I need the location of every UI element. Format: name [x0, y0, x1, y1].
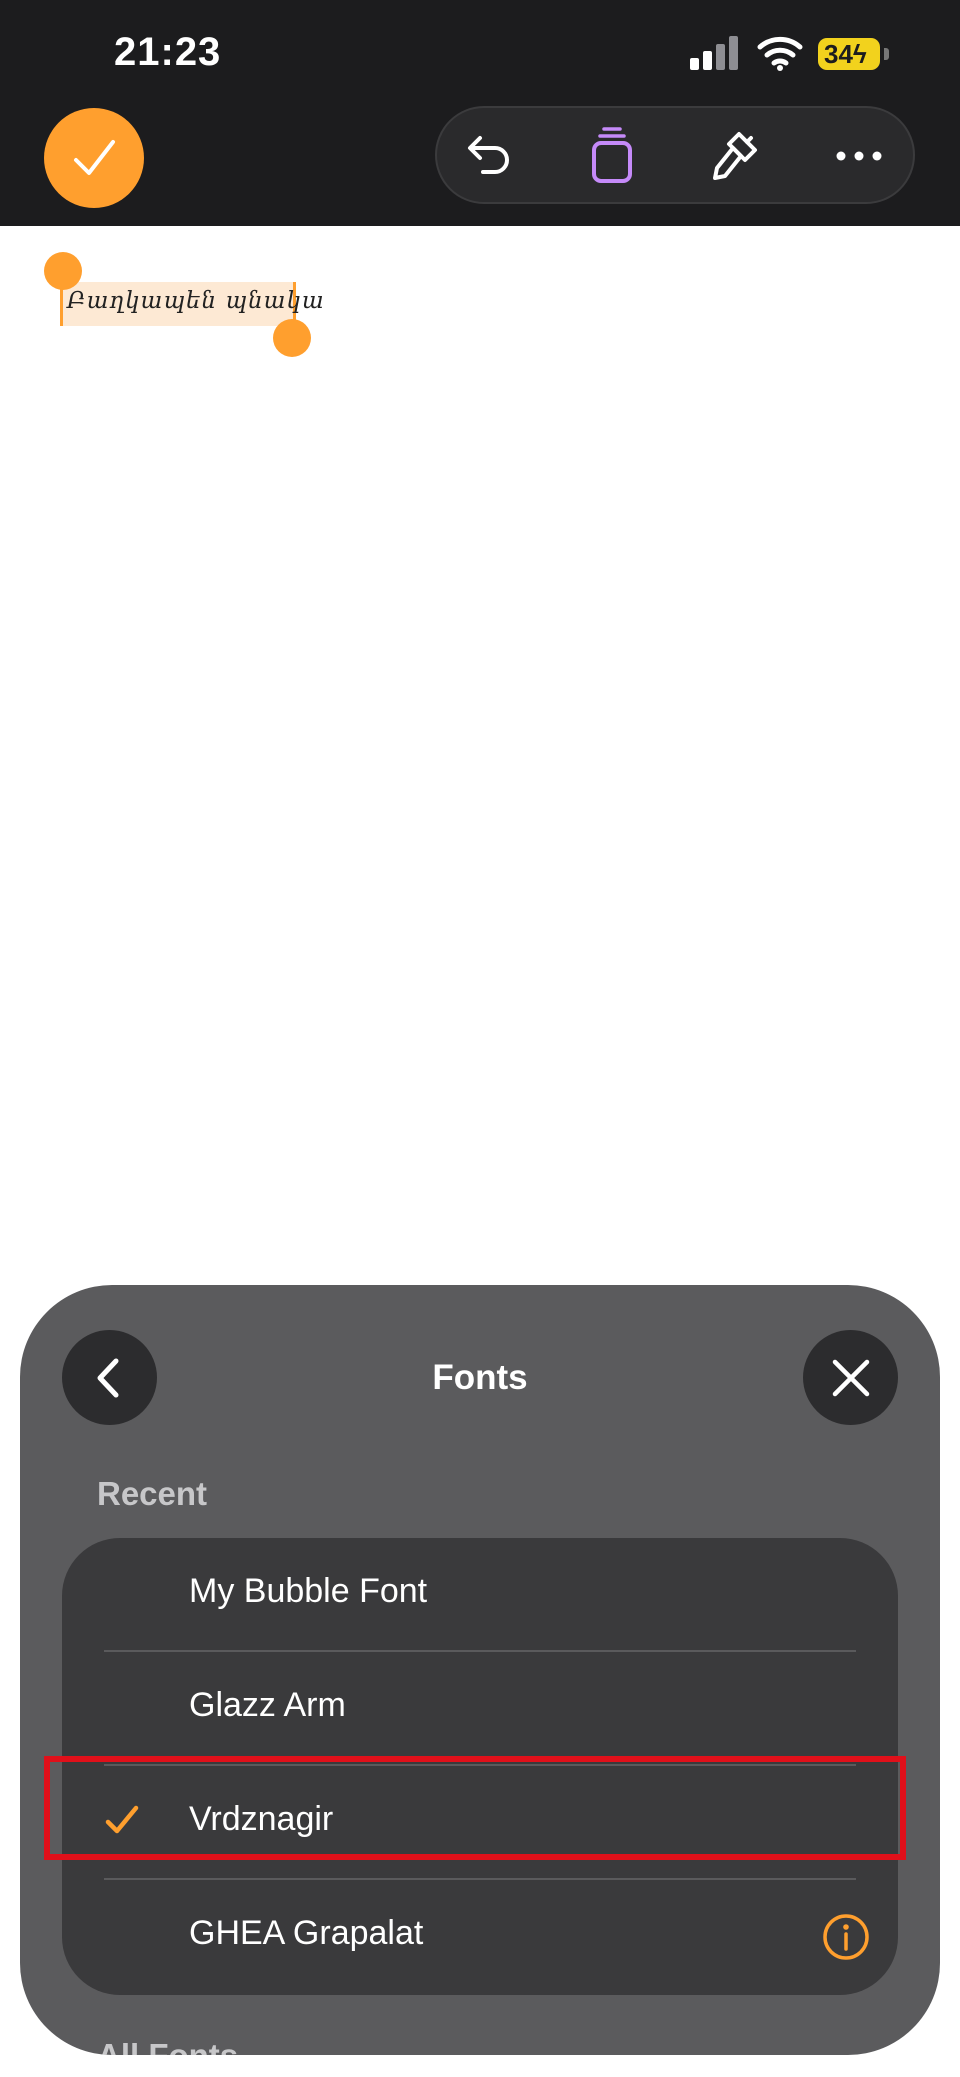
top-bar: 21:23 34ϟ	[0, 0, 960, 226]
wifi-icon	[757, 36, 803, 71]
selected-text-box[interactable]: Բաղկապեն պնակա	[60, 282, 324, 326]
section-label-all-fonts: All Fonts	[97, 2037, 238, 2055]
font-row-my-bubble-font[interactable]: My Bubble Font	[62, 1538, 898, 1652]
brush-icon	[713, 132, 757, 180]
battery-cap	[884, 48, 889, 60]
font-name: GHEA Grapalat	[189, 1914, 424, 1952]
font-name: My Bubble Font	[189, 1572, 428, 1610]
toolbar-pill	[435, 106, 915, 204]
layers-icon	[592, 127, 632, 183]
close-icon	[832, 1359, 869, 1396]
selection-end-handle[interactable]	[273, 319, 311, 357]
brush-button[interactable]	[695, 108, 775, 204]
close-button[interactable]	[803, 1330, 898, 1425]
done-button[interactable]	[44, 108, 144, 208]
fonts-sheet: Fonts Recent My Bubble Font Glazz Arm Vr…	[20, 1285, 940, 2055]
section-label-recent: Recent	[97, 1475, 208, 1512]
sheet-title: Fonts	[432, 1358, 528, 1397]
cellular-signal-icon	[690, 36, 738, 70]
battery-level: 34	[824, 39, 853, 69]
status-time: 21:23	[114, 30, 222, 74]
undo-button[interactable]	[449, 108, 529, 204]
checkmark-icon	[74, 140, 115, 175]
highlight-box	[44, 1756, 906, 1860]
selected-text: Բաղկապեն պնակա	[67, 288, 325, 314]
battery-indicator: 34ϟ	[818, 38, 880, 70]
font-row-glazz-arm[interactable]: Glazz Arm	[62, 1652, 898, 1766]
font-name: Glazz Arm	[189, 1686, 346, 1724]
charging-bolt-icon: ϟ	[852, 39, 867, 69]
undo-icon	[468, 136, 509, 174]
selection-start-handle[interactable]	[44, 252, 82, 290]
font-row-ghea-grapalat[interactable]: GHEA Grapalat	[62, 1880, 898, 1994]
layers-button[interactable]	[572, 108, 652, 204]
info-icon[interactable]	[822, 1913, 870, 1961]
ellipsis-icon	[836, 151, 882, 161]
more-button[interactable]	[819, 108, 899, 204]
